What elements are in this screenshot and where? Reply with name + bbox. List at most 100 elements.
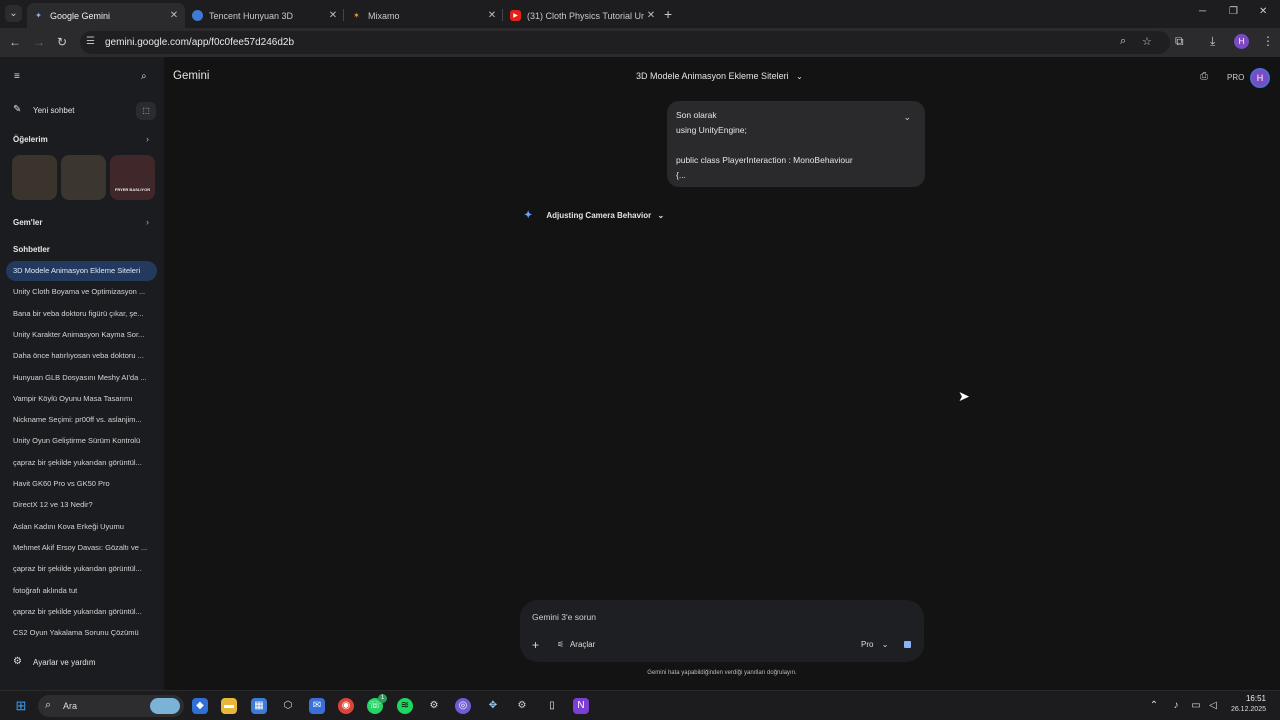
close-icon[interactable]: ✕: [167, 10, 181, 21]
microphone-icon[interactable]: ♪: [1168, 698, 1184, 714]
chat-history-item[interactable]: 3D Modele Animasyon Ekleme Siteleri: [6, 261, 157, 281]
bookmark-star-icon[interactable]: ☆: [1142, 35, 1152, 48]
profile-avatar[interactable]: H: [1234, 34, 1249, 49]
site-info-icon[interactable]: ☰: [86, 36, 95, 47]
reload-button[interactable]: ↻: [57, 35, 67, 49]
chat-history-item[interactable]: Aslan Kadını Kova Erkeği Uyumu: [6, 517, 157, 537]
windows-taskbar: ⊞ ⌕ Ara ◆ ▬ ▦ ⬡ ✉ ◉ ☏ 1 ≋ ⚙ ◎ ✥ ⚙ ▯ N ⌃ …: [0, 690, 1280, 720]
stop-generation-button[interactable]: [904, 641, 911, 648]
copilot-icon[interactable]: ◆: [192, 698, 208, 714]
windows-start-icon[interactable]: ⊞: [13, 698, 29, 714]
unity-icon[interactable]: ⬡: [280, 698, 296, 714]
account-avatar[interactable]: H: [1250, 68, 1270, 88]
taskbar-search[interactable]: ⌕ Ara: [38, 695, 184, 717]
tab-mixamo[interactable]: ✶ Mixamo ✕: [345, 3, 503, 28]
settings-app-icon[interactable]: ⚙: [514, 698, 530, 714]
search-icon[interactable]: ⌕: [141, 71, 147, 82]
add-file-icon[interactable]: +: [532, 638, 539, 652]
settings-help-button[interactable]: Ayarlar ve yardım: [33, 658, 96, 667]
chat-history-item[interactable]: Hunyuan GLB Dosyasını Meshy AI'da ...: [6, 368, 157, 388]
microsoft-store-icon[interactable]: ▦: [251, 698, 267, 714]
thumbnail-caption: FRYER BASLIYOR: [114, 187, 151, 192]
tab-label: Google Gemini: [50, 10, 111, 21]
document-icon[interactable]: ▯: [544, 698, 560, 714]
chat-history-item[interactable]: Mehmet Akif Ersoy Davası: Gözaltı ve ...: [6, 538, 157, 558]
chrome-icon[interactable]: ◉: [338, 698, 354, 714]
share-icon[interactable]: ⎙: [1200, 71, 1208, 82]
new-tab-button[interactable]: +: [664, 6, 672, 22]
gemini-star-icon: ✦: [35, 11, 42, 20]
tab-tencent-hunyuan[interactable]: Tencent Hunyuan 3D ✕: [186, 3, 344, 28]
chat-history-item[interactable]: çapraz bir şekilde yukarıdan görüntül...: [6, 602, 157, 622]
chat-history-item[interactable]: Bana bir veba doktoru figürü çıkar, şe..…: [6, 304, 157, 324]
chat-history-item[interactable]: çapraz bir şekilde yukarıdan görüntül...: [6, 559, 157, 579]
youtube-icon: ▶: [510, 10, 521, 21]
tab-search-button[interactable]: ⌄: [5, 5, 22, 22]
gems-section-title[interactable]: Gem'ler: [13, 218, 42, 227]
hamburger-menu-icon[interactable]: ≡: [14, 71, 20, 82]
chat-history-item[interactable]: Unity Cloth Boyama ve Optimizasyon ...: [6, 282, 157, 302]
conversation-title-button[interactable]: 3D Modele Animasyon Ekleme Siteleri ⌄: [636, 71, 803, 81]
tray-chevron-up-icon[interactable]: ⌃: [1146, 698, 1162, 714]
tab-google-gemini[interactable]: ✦ Google Gemini ✕: [27, 3, 185, 28]
new-chat-button[interactable]: Yeni sohbet: [33, 106, 75, 115]
browser-menu-icon[interactable]: ⋮: [1262, 34, 1274, 48]
mail-icon[interactable]: ✉: [309, 698, 325, 714]
zoom-icon[interactable]: ⌕: [1120, 35, 1126, 48]
clock-time[interactable]: 16:51: [1226, 694, 1266, 703]
expand-message-icon[interactable]: ⌄: [903, 110, 911, 125]
chevron-right-icon[interactable]: ›: [146, 217, 149, 227]
github-desktop-icon[interactable]: ◎: [455, 698, 471, 714]
chat-history-item[interactable]: Nickname Seçimi: pr00ff vs. aslanjim...: [6, 410, 157, 430]
spotify-icon[interactable]: ≋: [397, 698, 413, 714]
minimize-button[interactable]: ─: [1199, 6, 1206, 17]
file-explorer-icon[interactable]: ▬: [221, 698, 237, 714]
steam-icon[interactable]: ⚙: [426, 698, 442, 714]
close-icon[interactable]: ✕: [485, 10, 499, 21]
whatsapp-badge: 1: [378, 694, 387, 703]
forward-button[interactable]: →: [33, 35, 45, 49]
clock-date[interactable]: 26.12.2025: [1222, 706, 1266, 713]
close-icon[interactable]: ✕: [326, 10, 340, 21]
visual-studio-icon[interactable]: N: [573, 698, 589, 714]
search-icon: ⌕: [45, 699, 52, 711]
window-close-button[interactable]: ✕: [1259, 6, 1267, 17]
url-text[interactable]: gemini.google.com/app/f0c0fee57d246d2b: [105, 37, 294, 48]
tab-youtube-cloth-physics[interactable]: ▶ (31) Cloth Physics Tutorial Unity ✕: [504, 3, 662, 28]
back-button[interactable]: ←: [9, 35, 21, 49]
download-icon[interactable]: ⤓: [1210, 34, 1215, 49]
prompt-input[interactable]: Gemini 3'e sorun: [532, 612, 596, 622]
chat-history-item[interactable]: Vampir Köylü Oyunu Masa Tasarımı: [6, 389, 157, 409]
chat-history-item[interactable]: CS2 Oyun Yakalama Sorunu Çözümü: [6, 623, 157, 643]
chat-history-item[interactable]: Unity Oyun Geliştirme Sürüm Kontrolü: [6, 431, 157, 451]
address-bar[interactable]: ☰ gemini.google.com/app/f0c0fee57d246d2b…: [80, 31, 1170, 54]
tool-icon[interactable]: ✥: [485, 698, 501, 714]
close-icon[interactable]: ✕: [644, 10, 658, 21]
item-thumbnail-chair-1[interactable]: [12, 155, 57, 200]
thinking-toggle[interactable]: ✦ Adjusting Camera Behavior ⌄: [524, 210, 664, 221]
extensions-icon[interactable]: ⧉: [1175, 34, 1184, 49]
volume-icon[interactable]: ◁: [1205, 698, 1221, 714]
chevron-right-icon[interactable]: ›: [146, 134, 149, 144]
chat-history-item[interactable]: fotoğrafı aklında tut: [6, 581, 157, 601]
message-line: Son olarak: [676, 110, 717, 120]
restore-button[interactable]: ❐: [1229, 6, 1238, 17]
tab-label: (31) Cloth Physics Tutorial Unity: [527, 10, 644, 21]
item-thumbnail-fryer[interactable]: FRYER BASLIYOR: [110, 155, 155, 200]
chat-history-item[interactable]: DirectX 12 ve 13 Nedir?: [6, 495, 157, 515]
items-section-title[interactable]: Öğelerim: [13, 135, 48, 144]
item-thumbnail-chair-2[interactable]: [61, 155, 106, 200]
main-panel: Gemini 3D Modele Animasyon Ekleme Sitele…: [164, 57, 1280, 690]
tools-icon: ⚟: [557, 640, 565, 649]
mouse-cursor-icon: ➤: [958, 388, 970, 404]
network-icon[interactable]: ▭: [1188, 698, 1204, 714]
model-picker[interactable]: Pro ⌄: [861, 640, 888, 649]
chat-history-item[interactable]: Daha önce hatırlıyosan veba doktoru ...: [6, 346, 157, 366]
chat-history-item[interactable]: Havit GK60 Pro vs GK50 Pro: [6, 474, 157, 494]
temporary-chat-icon[interactable]: ⬚: [136, 102, 156, 120]
tools-button[interactable]: ⚟ Araçlar: [557, 640, 595, 649]
chat-history-item[interactable]: Unity Karakter Animasyon Kayma Sor...: [6, 325, 157, 345]
tab-divider: [502, 9, 503, 21]
chat-history-item[interactable]: çapraz bir şekilde yukarıdan görüntül...: [6, 453, 157, 473]
gemini-logo[interactable]: Gemini: [173, 70, 209, 82]
